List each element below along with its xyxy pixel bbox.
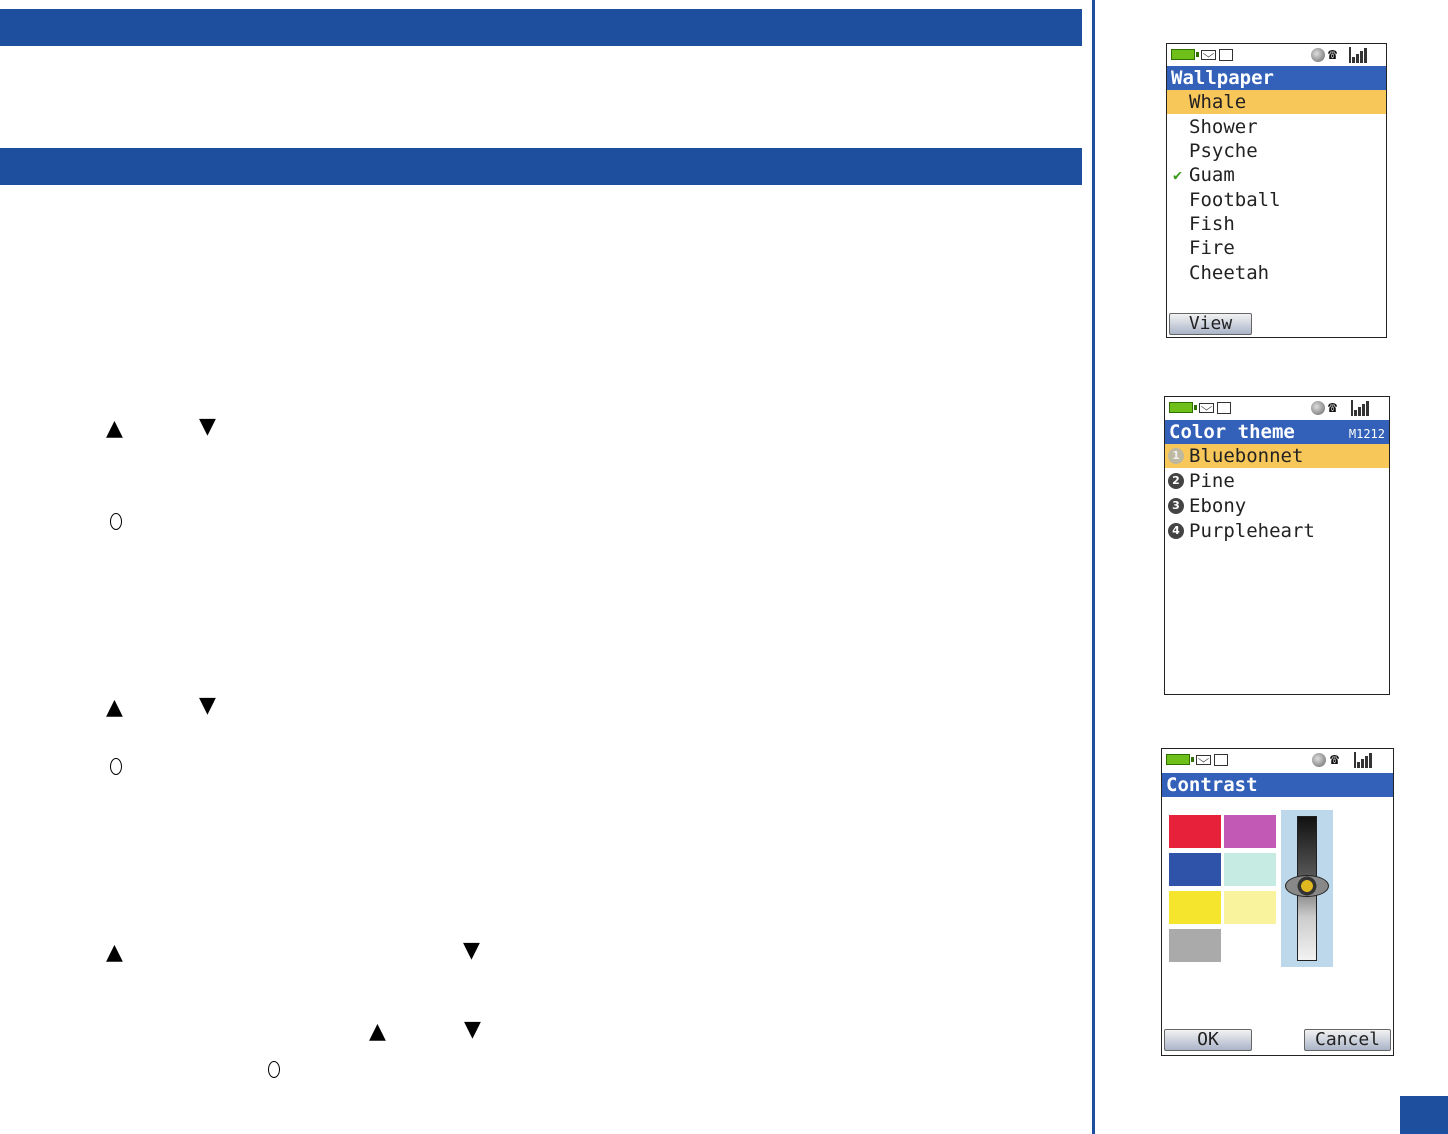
down-arrow-icon: ▼ bbox=[199, 414, 216, 439]
theme-item[interactable]: 3 Ebony bbox=[1165, 494, 1389, 518]
item-label: Psyche bbox=[1189, 140, 1258, 162]
up-arrow-icon: ▲ bbox=[106, 416, 123, 441]
check-icon: ✔ bbox=[1173, 166, 1183, 184]
blue-swatch bbox=[1169, 853, 1221, 886]
color-theme-screen: ☎ Color theme M1212 1 Bluebonnet 2 Pine … bbox=[1164, 396, 1390, 695]
wallpaper-item[interactable]: Fire bbox=[1167, 236, 1386, 260]
signal-icon bbox=[1351, 400, 1369, 416]
battery-icon bbox=[1169, 402, 1197, 413]
model-code: M1212 bbox=[1348, 427, 1385, 441]
up-arrow-icon: ▲ bbox=[106, 695, 123, 720]
item-label: Football bbox=[1189, 189, 1281, 211]
item-label: Cheetah bbox=[1189, 262, 1270, 284]
contrast-slider-knob[interactable] bbox=[1285, 875, 1329, 897]
item-label: Pine bbox=[1189, 470, 1235, 492]
down-arrow-icon: ▼ bbox=[464, 1017, 481, 1042]
header-bar-top bbox=[0, 9, 1082, 46]
wallpaper-item[interactable]: ✔ Guam bbox=[1167, 163, 1386, 187]
screen-title: Wallpaper bbox=[1167, 66, 1386, 90]
pale-yellow-swatch bbox=[1224, 891, 1276, 924]
signal-icon bbox=[1354, 752, 1372, 768]
item-label: Whale bbox=[1189, 91, 1247, 113]
battery-icon bbox=[1166, 754, 1194, 765]
page-number-tab bbox=[1400, 1096, 1448, 1134]
message-icon bbox=[1201, 50, 1216, 60]
item-label: Guam bbox=[1189, 164, 1235, 186]
wallpaper-item[interactable]: Whale bbox=[1167, 90, 1386, 114]
title-text: Contrast bbox=[1166, 774, 1258, 796]
view-button[interactable]: View bbox=[1169, 313, 1252, 335]
wallpaper-item[interactable]: Shower bbox=[1167, 115, 1386, 139]
item-label: Ebony bbox=[1189, 495, 1247, 517]
phone-icon: ☎ bbox=[1330, 750, 1340, 768]
mint-swatch bbox=[1224, 853, 1276, 886]
globe-icon bbox=[1311, 401, 1325, 415]
wallpaper-item[interactable]: Fish bbox=[1167, 212, 1386, 236]
phone-icon: ☎ bbox=[1328, 398, 1338, 416]
ok-key-icon bbox=[268, 1061, 280, 1078]
globe-icon bbox=[1311, 48, 1325, 62]
wallpaper-item[interactable]: Football bbox=[1167, 188, 1386, 212]
header-bar-second bbox=[0, 148, 1082, 185]
wallpaper-item[interactable]: Cheetah bbox=[1167, 261, 1386, 285]
up-arrow-icon: ▲ bbox=[369, 1019, 386, 1044]
down-arrow-icon: ▼ bbox=[463, 938, 480, 963]
ok-key-icon bbox=[110, 513, 122, 530]
status-bar: ☎ bbox=[1162, 749, 1393, 771]
calendar-icon bbox=[1214, 754, 1228, 766]
theme-item[interactable]: 2 Pine bbox=[1165, 469, 1389, 493]
wallpaper-item[interactable]: Psyche bbox=[1167, 139, 1386, 163]
globe-icon bbox=[1312, 753, 1326, 767]
number-2-icon: 2 bbox=[1168, 473, 1184, 489]
down-arrow-icon: ▼ bbox=[199, 693, 216, 718]
gray-swatch bbox=[1169, 929, 1221, 962]
phone-icon: ☎ bbox=[1328, 45, 1338, 63]
item-label: Fire bbox=[1189, 237, 1235, 259]
ok-button[interactable]: OK bbox=[1164, 1029, 1252, 1051]
theme-item[interactable]: 1 Bluebonnet bbox=[1165, 444, 1389, 468]
calendar-icon bbox=[1217, 402, 1231, 414]
screen-title: Contrast bbox=[1162, 773, 1393, 797]
signal-icon bbox=[1349, 47, 1367, 63]
calendar-icon bbox=[1219, 49, 1233, 61]
column-divider bbox=[1092, 0, 1095, 1134]
number-1-icon: 1 bbox=[1168, 448, 1184, 464]
yellow-swatch bbox=[1169, 891, 1221, 924]
item-label: Purpleheart bbox=[1189, 520, 1315, 542]
theme-item[interactable]: 4 Purpleheart bbox=[1165, 519, 1389, 543]
contrast-screen: ☎ Contrast OK Cancel bbox=[1161, 748, 1394, 1056]
message-icon bbox=[1199, 403, 1214, 413]
wallpaper-screen: ☎ Wallpaper Whale Shower Psyche ✔ Guam F… bbox=[1166, 43, 1387, 338]
title-text: Color theme bbox=[1169, 421, 1295, 443]
red-swatch bbox=[1169, 815, 1221, 848]
item-label: Bluebonnet bbox=[1189, 445, 1304, 467]
number-3-icon: 3 bbox=[1168, 498, 1184, 514]
battery-icon bbox=[1171, 49, 1199, 60]
magenta-swatch bbox=[1224, 815, 1276, 848]
cancel-button[interactable]: Cancel bbox=[1304, 1029, 1391, 1051]
number-4-icon: 4 bbox=[1168, 523, 1184, 539]
ok-key-icon bbox=[110, 758, 122, 775]
status-bar: ☎ bbox=[1165, 397, 1389, 419]
up-arrow-icon: ▲ bbox=[106, 940, 123, 965]
title-text: Wallpaper bbox=[1171, 67, 1274, 89]
item-label: Shower bbox=[1189, 116, 1258, 138]
item-label: Fish bbox=[1189, 213, 1235, 235]
message-icon bbox=[1196, 755, 1211, 765]
status-bar: ☎ bbox=[1167, 44, 1386, 66]
screen-title: Color theme M1212 bbox=[1165, 420, 1389, 444]
